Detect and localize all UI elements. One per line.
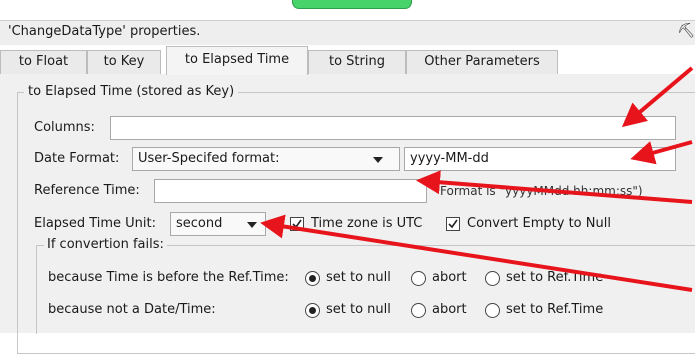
date-format-field[interactable]: yyyy-MM-dd bbox=[404, 147, 676, 171]
radio-label: abort bbox=[432, 302, 467, 317]
tab-label: to Float bbox=[18, 54, 69, 69]
convert-empty-null-checkbox[interactable] bbox=[446, 217, 460, 231]
radio-set-null[interactable] bbox=[305, 271, 320, 286]
elapsed-unit-selected: second bbox=[176, 216, 223, 231]
date-format-value: yyyy-MM-dd bbox=[410, 151, 489, 166]
chevron-down-icon bbox=[247, 222, 257, 228]
tab-to-elapsed-time[interactable]: to Elapsed Time bbox=[166, 46, 308, 75]
columns-field[interactable] bbox=[110, 116, 676, 140]
date-format-select[interactable]: User-Specifed format: bbox=[132, 147, 400, 171]
utc-checkbox[interactable] bbox=[290, 217, 304, 231]
window-top-button[interactable] bbox=[292, 0, 412, 9]
tab-other-parameters[interactable]: Other Parameters bbox=[406, 50, 558, 74]
tab-label: to String bbox=[329, 54, 385, 69]
failure-row-label: because Time is before the Ref.Time: bbox=[48, 270, 289, 285]
pin-icon[interactable]: ⛏ bbox=[677, 23, 695, 39]
radio-selected-dot bbox=[309, 307, 316, 314]
tab-label: to Elapsed Time bbox=[184, 52, 290, 67]
radio-label: set to Ref.Time bbox=[506, 302, 604, 317]
dialog-title: 'ChangeDataType' properties. bbox=[8, 24, 201, 39]
radio-label: abort bbox=[432, 270, 467, 285]
tab-panel: to Elapsed Time (stored as Key) Columns:… bbox=[0, 74, 695, 354]
dialog-title-bar: 'ChangeDataType' properties. ⛏ bbox=[0, 20, 695, 46]
radio-label: set to null bbox=[326, 302, 391, 317]
tab-label: to Key bbox=[103, 54, 145, 69]
check-icon bbox=[448, 219, 458, 229]
convert-empty-null-label: Convert Empty to Null bbox=[467, 216, 611, 231]
columns-label: Columns: bbox=[34, 120, 95, 135]
radio-abort[interactable] bbox=[411, 303, 426, 318]
tab-to-key[interactable]: to Key bbox=[87, 50, 161, 74]
radio-set-ref-time[interactable] bbox=[485, 271, 500, 286]
radio-set-ref-time[interactable] bbox=[485, 303, 500, 318]
tab-label: Other Parameters bbox=[424, 54, 540, 69]
tab-to-float[interactable]: to Float bbox=[0, 50, 87, 74]
failure-row-label: because not a Date/Time: bbox=[48, 302, 216, 317]
reference-time-field[interactable] bbox=[154, 179, 427, 203]
radio-label: set to null bbox=[326, 270, 391, 285]
tab-to-string[interactable]: to String bbox=[308, 50, 406, 74]
elapsed-unit-select[interactable]: second bbox=[170, 212, 266, 236]
elapsed-unit-label: Elapsed Time Unit: bbox=[34, 216, 156, 231]
radio-label: set to Ref.Time bbox=[506, 270, 604, 285]
failure-group-title: If convertion fails: bbox=[44, 234, 167, 256]
check-icon bbox=[292, 219, 302, 229]
reference-time-hint: Format is "yyyyMMdd hh:mm:ss") bbox=[440, 184, 643, 198]
date-format-selected: User-Specifed format: bbox=[138, 151, 280, 166]
date-format-label: Date Format: bbox=[34, 151, 120, 166]
radio-selected-dot bbox=[309, 275, 316, 282]
utc-label: Time zone is UTC bbox=[311, 216, 423, 231]
group-title: to Elapsed Time (stored as Key) bbox=[24, 84, 239, 99]
reference-time-label: Reference Time: bbox=[34, 183, 140, 198]
chevron-down-icon bbox=[373, 157, 383, 163]
tab-bar: to Float to Key to Elapsed Time to Strin… bbox=[0, 45, 695, 75]
radio-set-null[interactable] bbox=[305, 303, 320, 318]
radio-abort[interactable] bbox=[411, 271, 426, 286]
